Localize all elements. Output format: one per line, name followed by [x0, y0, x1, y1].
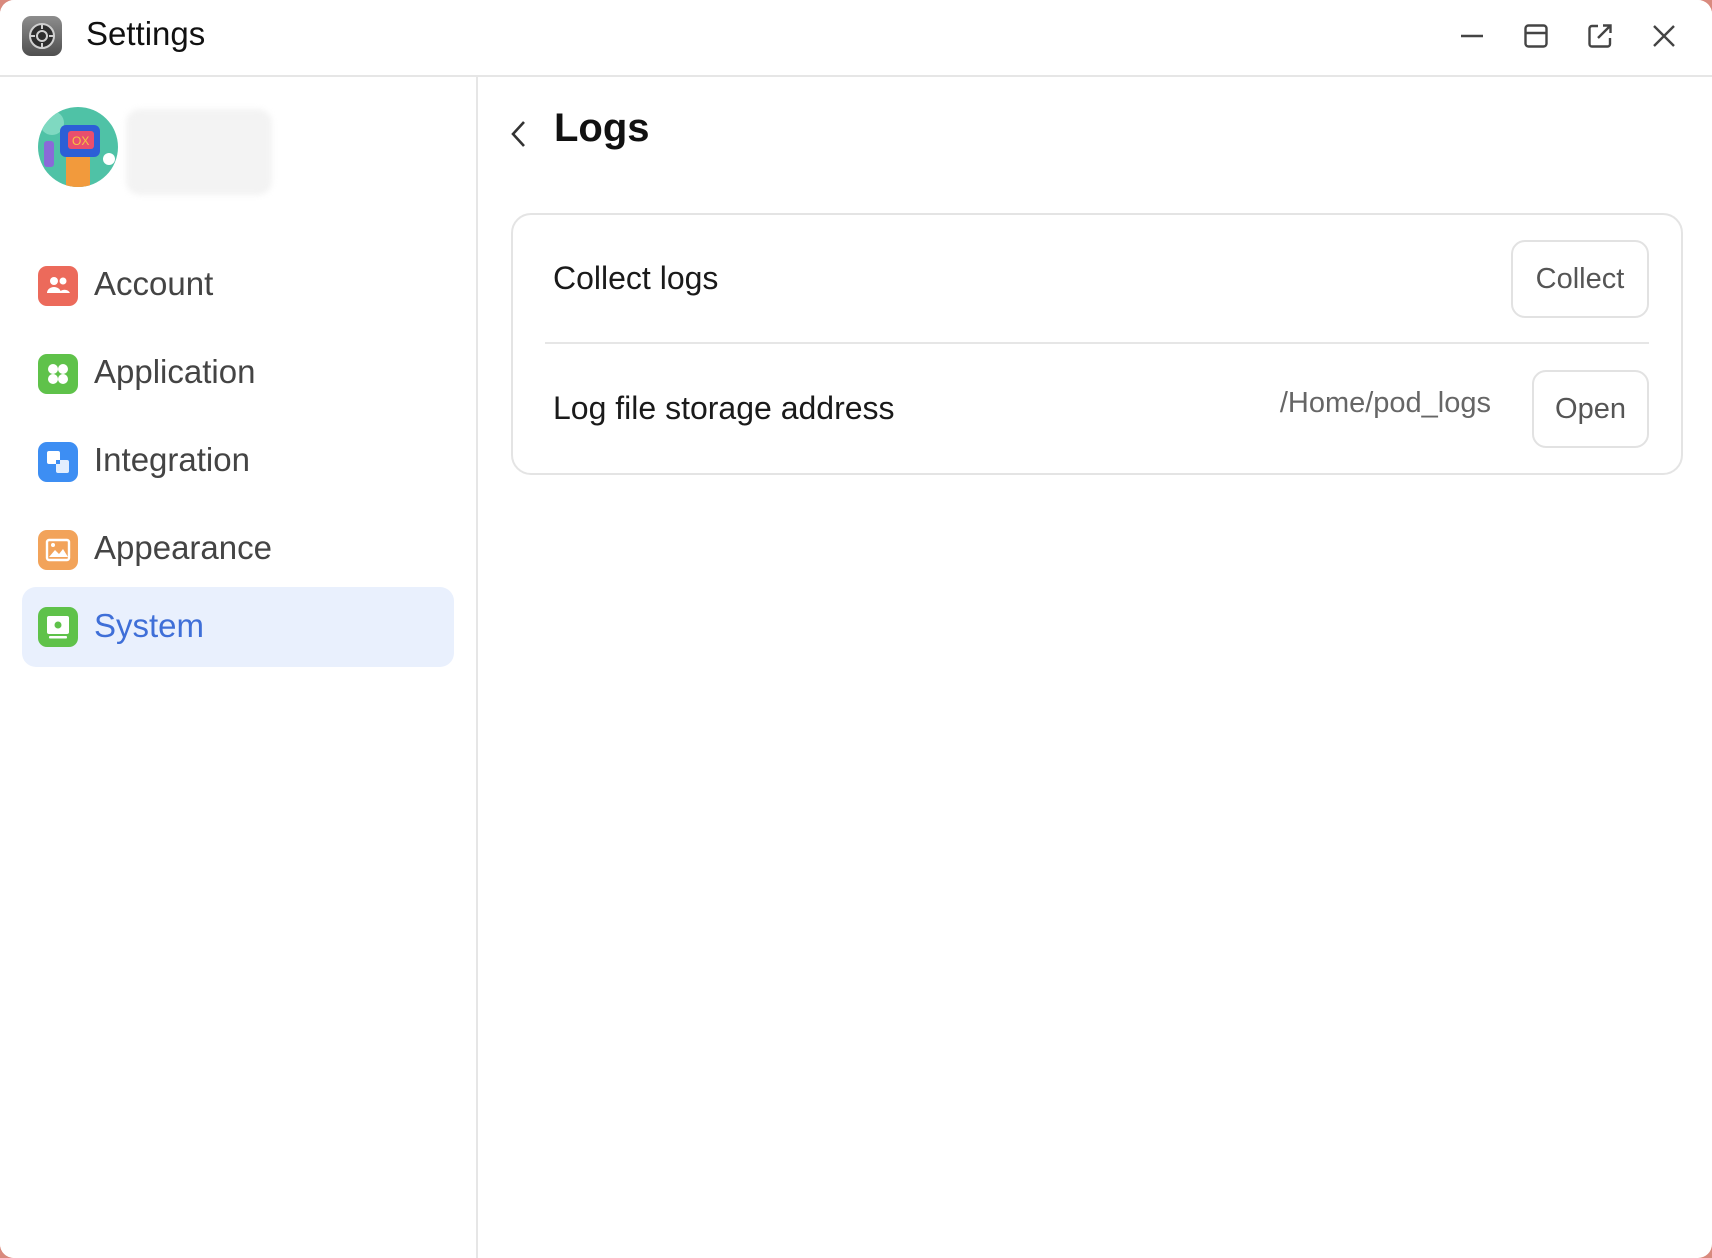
chevron-left-icon — [511, 121, 525, 147]
minimize-icon — [1461, 34, 1483, 38]
close-icon — [1653, 25, 1675, 47]
external-link-icon — [1588, 24, 1612, 48]
page-title: Logs — [554, 106, 650, 150]
avatar[interactable]: OX — [38, 107, 118, 187]
maximize-button[interactable] — [1516, 16, 1556, 56]
integration-icon — [38, 442, 78, 482]
close-button[interactable] — [1644, 16, 1684, 56]
collect-button[interactable]: Collect — [1511, 240, 1649, 318]
username-blurred — [126, 109, 272, 195]
logs-card: Collect logs Collect Log file storage ad… — [511, 213, 1683, 475]
window-title: Settings — [86, 15, 206, 52]
back-button[interactable] — [504, 114, 534, 154]
sidebar-item-application[interactable]: Application — [22, 333, 454, 413]
svg-text:OX: OX — [72, 134, 89, 148]
sidebar-item-label: System — [94, 607, 205, 644]
sidebar-item-appearance[interactable]: Appearance — [22, 509, 454, 589]
maximize-icon — [1524, 24, 1548, 48]
account-icon — [38, 266, 78, 306]
application-icon — [38, 354, 78, 394]
minimize-button[interactable] — [1452, 16, 1492, 56]
sidebar-item-label: Application — [94, 353, 256, 390]
sidebar-item-account[interactable]: Account — [22, 245, 454, 325]
sidebar-item-label: Integration — [94, 441, 250, 478]
sidebar-item-system[interactable]: System — [22, 587, 454, 667]
system-icon — [38, 607, 78, 647]
divider — [545, 342, 1649, 344]
title-bar: Settings — [0, 0, 1712, 77]
settings-window: Settings OX Account Application Integrat… — [0, 0, 1712, 1258]
sidebar-item-label: Appearance — [94, 529, 272, 566]
open-button[interactable]: Open — [1532, 370, 1649, 448]
pop-out-button[interactable] — [1580, 16, 1620, 56]
log-storage-address-label: Log file storage address — [553, 390, 895, 426]
sidebar: OX Account Application Integration Appea… — [0, 77, 478, 1258]
collect-logs-label: Collect logs — [553, 260, 719, 296]
sidebar-item-label: Account — [94, 265, 214, 302]
log-storage-path: /Home/pod_logs — [1279, 387, 1491, 419]
appearance-icon — [38, 530, 78, 570]
settings-gear-icon — [22, 16, 62, 56]
sidebar-item-integration[interactable]: Integration — [22, 421, 454, 501]
